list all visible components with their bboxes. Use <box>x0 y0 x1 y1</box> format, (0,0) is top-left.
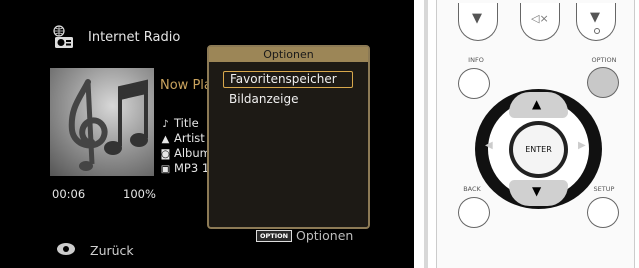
back-button[interactable] <box>458 197 490 228</box>
metadata-title: ♪ Title <box>160 116 198 130</box>
arrow-down-icon: ▼ <box>532 184 542 198</box>
setup-button[interactable] <box>587 197 619 228</box>
option-button[interactable] <box>587 67 619 98</box>
now-playing-label: Now Pla <box>160 78 212 93</box>
music-note-icon <box>68 79 148 171</box>
back-button-label: BACK <box>463 185 481 193</box>
metadata-album: ◙ Album <box>160 146 211 160</box>
format-icon: ▣ <box>160 164 171 175</box>
metadata-format: ▣ MP3 1 <box>160 161 210 175</box>
divider <box>424 0 428 268</box>
person-icon: ▲ <box>161 134 170 145</box>
arrow-right-button[interactable]: ▶ <box>578 140 586 151</box>
options-popup: Optionen Favoritenspeicher Bildanzeige <box>207 45 370 229</box>
arrow-up-button[interactable]: ▲ <box>509 92 568 118</box>
arrow-down-button[interactable]: ▼ <box>509 180 568 206</box>
album-art <box>50 68 154 176</box>
elapsed-time: 00:06 <box>52 187 86 201</box>
arrow-left-button[interactable]: ◀ <box>485 140 493 151</box>
metadata-artist: ▲ Artist <box>161 131 205 145</box>
option-label: OPTION <box>591 56 617 64</box>
option-badge: OPTION <box>256 230 293 242</box>
info-button[interactable] <box>458 68 490 99</box>
album-icon: ◙ <box>160 149 171 160</box>
option-item-image-display[interactable]: Bildanzeige <box>223 92 351 107</box>
popup-title: Optionen <box>209 47 368 62</box>
back-icon[interactable] <box>57 243 75 255</box>
volume-level: 100% <box>123 187 156 201</box>
tv-screen: Internet Radio Now Pla ♪ Title ▲ Artist ◙ A… <box>0 0 414 268</box>
setup-label: SETUP <box>593 185 615 193</box>
note-icon: ♪ <box>162 119 169 130</box>
triangle-down-icon: ▼ <box>590 10 600 25</box>
dot-icon <box>594 28 600 34</box>
option-footer-label: Optionen <box>296 228 354 243</box>
enter-button[interactable]: ENTER <box>513 125 564 174</box>
back-label[interactable]: Zurück <box>90 243 134 258</box>
app-title: Internet Radio <box>88 30 181 45</box>
internet-radio-icon <box>53 25 73 48</box>
mute-icon: ◁× <box>531 12 549 25</box>
info-label: INFO <box>468 56 484 64</box>
arrow-up-icon: ▲ <box>532 97 542 111</box>
triangle-down-icon: ▼ <box>472 11 482 26</box>
option-item-favorites[interactable]: Favoritenspeicher <box>223 71 353 88</box>
